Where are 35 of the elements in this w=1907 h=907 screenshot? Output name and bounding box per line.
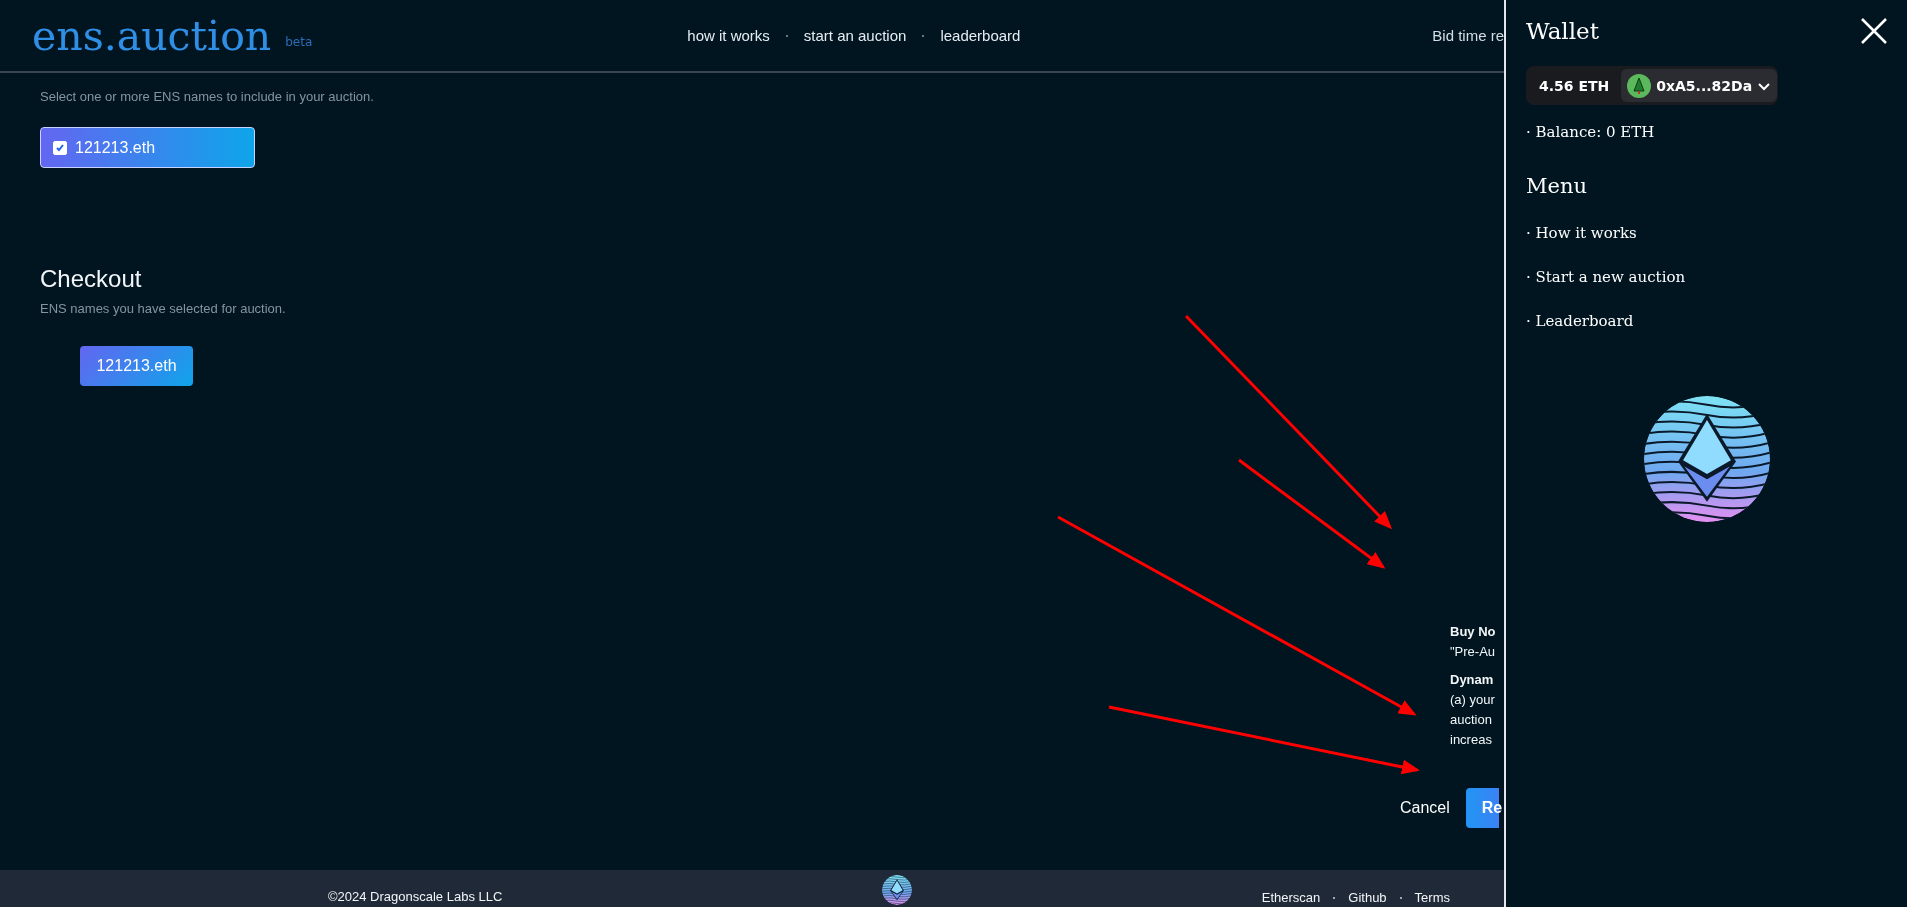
copyright-text: ©2024 Dragonscale Labs LLC: [328, 889, 503, 904]
emblem-icon: [1644, 396, 1770, 522]
bid-time-text: Bid time re: [1432, 27, 1504, 44]
info-text: increas: [1450, 731, 1493, 749]
info-text: auction: [1450, 711, 1493, 729]
name-option[interactable]: 121213.eth: [40, 127, 255, 168]
site-logo[interactable]: ens.auction: [32, 11, 272, 60]
drawer-title: Wallet: [1526, 18, 1599, 44]
close-icon[interactable]: [1859, 16, 1889, 46]
selected-name-tag: 121213.eth: [80, 346, 193, 386]
balance-text: · Balance: 0 ETH: [1526, 123, 1656, 141]
account-button[interactable]: 0xA5...82Da: [1621, 69, 1778, 102]
info-text: Buy No: [1450, 623, 1497, 641]
checkbox[interactable]: [53, 140, 67, 155]
info-text: "Pre-Au: [1450, 643, 1497, 661]
wallet-balance: 4.56 ETH: [1538, 77, 1611, 94]
menu-link[interactable]: · Leaderboard: [1526, 312, 1907, 330]
menu-link[interactable]: · How it works: [1526, 224, 1907, 242]
cancel-button[interactable]: Cancel: [1400, 799, 1450, 817]
footer-link[interactable]: Etherscan: [1261, 890, 1321, 905]
info-text: Dynam: [1450, 671, 1495, 689]
nav-link[interactable]: start an auction: [803, 27, 907, 44]
nav-link[interactable]: leaderboard: [940, 27, 1021, 44]
menu-link[interactable]: · Start a new auction: [1526, 268, 1907, 286]
footer-link[interactable]: Terms: [1414, 890, 1450, 905]
info-text: (a) your: [1450, 691, 1496, 709]
checkout-subtitle: ENS names you have selected for auction.: [40, 301, 287, 316]
nav-link[interactable]: how it works: [687, 27, 770, 44]
section-subtitle: Select one or more ENS names to include in your auction.: [40, 89, 375, 104]
footer-link[interactable]: Github: [1348, 890, 1387, 905]
menu-title: Menu: [1526, 174, 1588, 198]
tree-avatar-icon: [1627, 73, 1652, 98]
checkout-title: Checkout: [40, 265, 143, 293]
footer-logo-icon: [882, 875, 913, 905]
beta-label: beta: [285, 34, 313, 49]
